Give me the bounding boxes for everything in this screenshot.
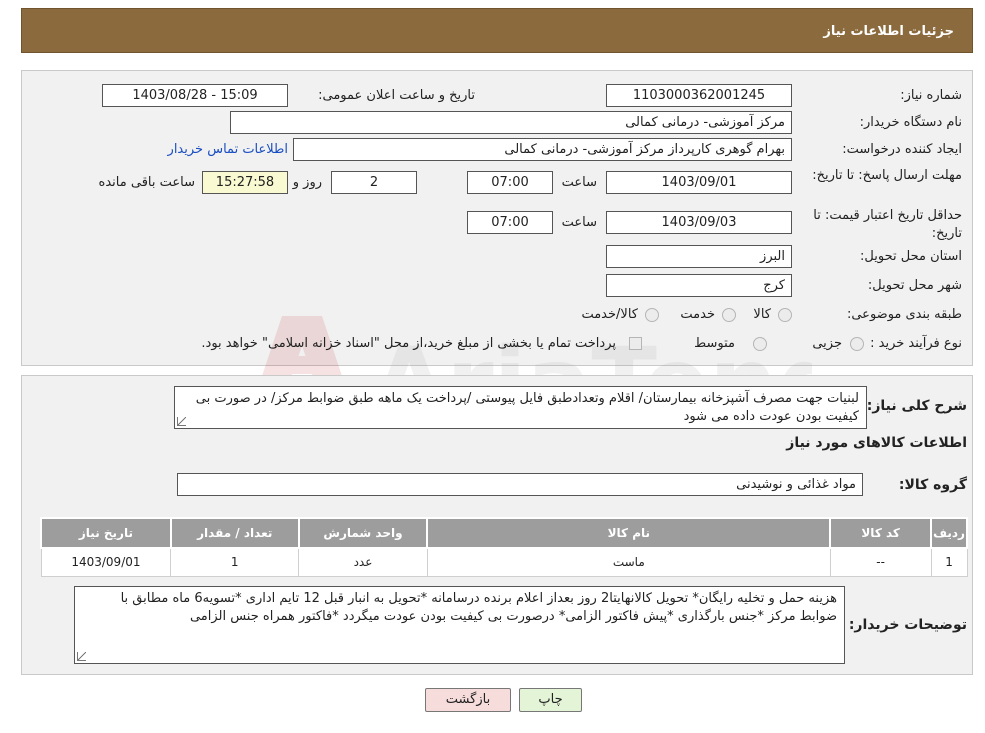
contact-buyer-link[interactable]: اطلاعات تماس خریدار — [168, 142, 288, 157]
deadline-label: مهلت ارسال پاسخ: تا تاریخ: — [812, 168, 962, 183]
creator-label: ایجاد کننده درخواست: — [842, 142, 962, 157]
creator-field: بهرام گوهری کارپرداز مرکز آموزشی- درمانی… — [293, 138, 792, 161]
resize-grip-icon[interactable] — [177, 417, 186, 426]
cell-qty: 1 — [170, 547, 300, 577]
col-header-date: تاریخ نیاز — [40, 517, 172, 549]
validity-label: حداقل تاریخ اعتبار قیمت: تا تاریخ: — [813, 208, 962, 241]
goods-table: ردیف کد کالا نام کالا واحد شمارش تعداد /… — [40, 517, 968, 577]
validity-date-field: 1403/09/03 — [606, 211, 792, 234]
category-service-radio[interactable] — [722, 308, 736, 322]
category-goods-radio[interactable] — [778, 308, 792, 322]
city-field: کرج — [606, 274, 792, 297]
goods-group-label: گروه کالا: — [898, 477, 967, 493]
buyer-org-label: نام دستگاه خریدار: — [859, 115, 962, 130]
category-goods-label: کالا — [753, 307, 771, 322]
details-panel: AriaTender.neT شماره نیاز: 1103000362001… — [21, 70, 973, 439]
announce-label: تاریخ و ساعت اعلان عمومی: — [318, 88, 475, 103]
need-number-field: 1103000362001245 — [606, 84, 792, 107]
cell-name: ماست — [426, 547, 831, 577]
city-label: شهر محل تحویل: — [867, 278, 962, 293]
table-header-row: ردیف کد کالا نام کالا واحد شمارش تعداد /… — [40, 517, 968, 549]
col-header-name: نام کالا — [426, 517, 832, 549]
col-header-unit: واحد شمارش — [297, 517, 429, 549]
buyer-notes-text: هزینه حمل و تخلیه رایگان* تحویل کالانهای… — [120, 591, 837, 624]
back-button[interactable]: بازگشت — [425, 688, 511, 712]
category-both-label: کالا/خدمت — [581, 307, 638, 322]
process-minor-radio[interactable] — [850, 337, 864, 351]
cell-row: 1 — [930, 547, 968, 577]
page-header: جزئیات اطلاعات نیاز — [21, 8, 973, 53]
buyer-notes-textarea[interactable]: هزینه حمل و تخلیه رایگان* تحویل کالانهای… — [74, 586, 845, 664]
payment-note: پرداخت تمام یا بخشی از مبلغ خرید،از محل … — [201, 336, 616, 351]
process-medium-label: متوسط — [694, 336, 735, 351]
announce-field: 1403/08/28 - 15:09 — [102, 84, 288, 107]
description-label: شرح کلی نیاز: — [866, 398, 967, 414]
description-text: لبنیات جهت مصرف آشپزخانه بیمارستان/ اقلا… — [195, 391, 859, 424]
category-both-radio[interactable] — [645, 308, 659, 322]
process-minor-label: جزیی — [812, 336, 842, 351]
remaining-time-label: ساعت باقی مانده — [98, 175, 195, 190]
deadline-time-field: 07:00 — [467, 171, 553, 194]
cell-code: -- — [829, 547, 932, 577]
buyer-notes-label: توضیحات خریدار: — [848, 617, 967, 633]
goods-section-title: اطلاعات کالاهای مورد نیاز — [786, 435, 967, 451]
province-label: استان محل تحویل: — [860, 249, 962, 264]
treasury-payment-checkbox[interactable] — [629, 337, 642, 350]
process-medium-radio[interactable] — [753, 337, 767, 351]
deadline-time-label: ساعت — [561, 175, 597, 190]
days-label: روز و — [292, 175, 322, 190]
deadline-date-field: 1403/09/01 — [606, 171, 792, 194]
need-number-label: شماره نیاز: — [900, 88, 962, 103]
validity-time-field: 07:00 — [467, 211, 553, 234]
remaining-time-field: 15:27:58 — [202, 171, 288, 194]
print-button[interactable]: چاپ — [519, 688, 582, 712]
buyer-org-field: مرکز آموزشی- درمانی کمالی — [230, 111, 792, 134]
col-header-qty: تعداد / مقدار — [169, 517, 300, 549]
col-header-row: ردیف — [930, 517, 968, 549]
validity-time-label: ساعت — [561, 215, 597, 230]
table-row: 1 -- ماست عدد 1 1403/09/01 — [40, 547, 968, 577]
days-field: 2 — [331, 171, 417, 194]
category-label: طبقه بندی موضوعی: — [846, 307, 962, 322]
process-label: نوع فرآیند خرید : — [870, 336, 962, 351]
category-service-label: خدمت — [680, 307, 715, 322]
description-textarea[interactable]: لبنیات جهت مصرف آشپزخانه بیمارستان/ اقلا… — [174, 386, 867, 429]
goods-group-field: مواد غذائی و نوشیدنی — [177, 473, 863, 496]
cell-date: 1403/09/01 — [40, 547, 172, 577]
resize-grip-icon[interactable] — [77, 652, 86, 661]
province-field: البرز — [606, 245, 792, 268]
col-header-code: کد کالا — [829, 517, 933, 549]
cell-unit: عدد — [298, 547, 428, 577]
page-title: جزئیات اطلاعات نیاز — [823, 24, 954, 39]
